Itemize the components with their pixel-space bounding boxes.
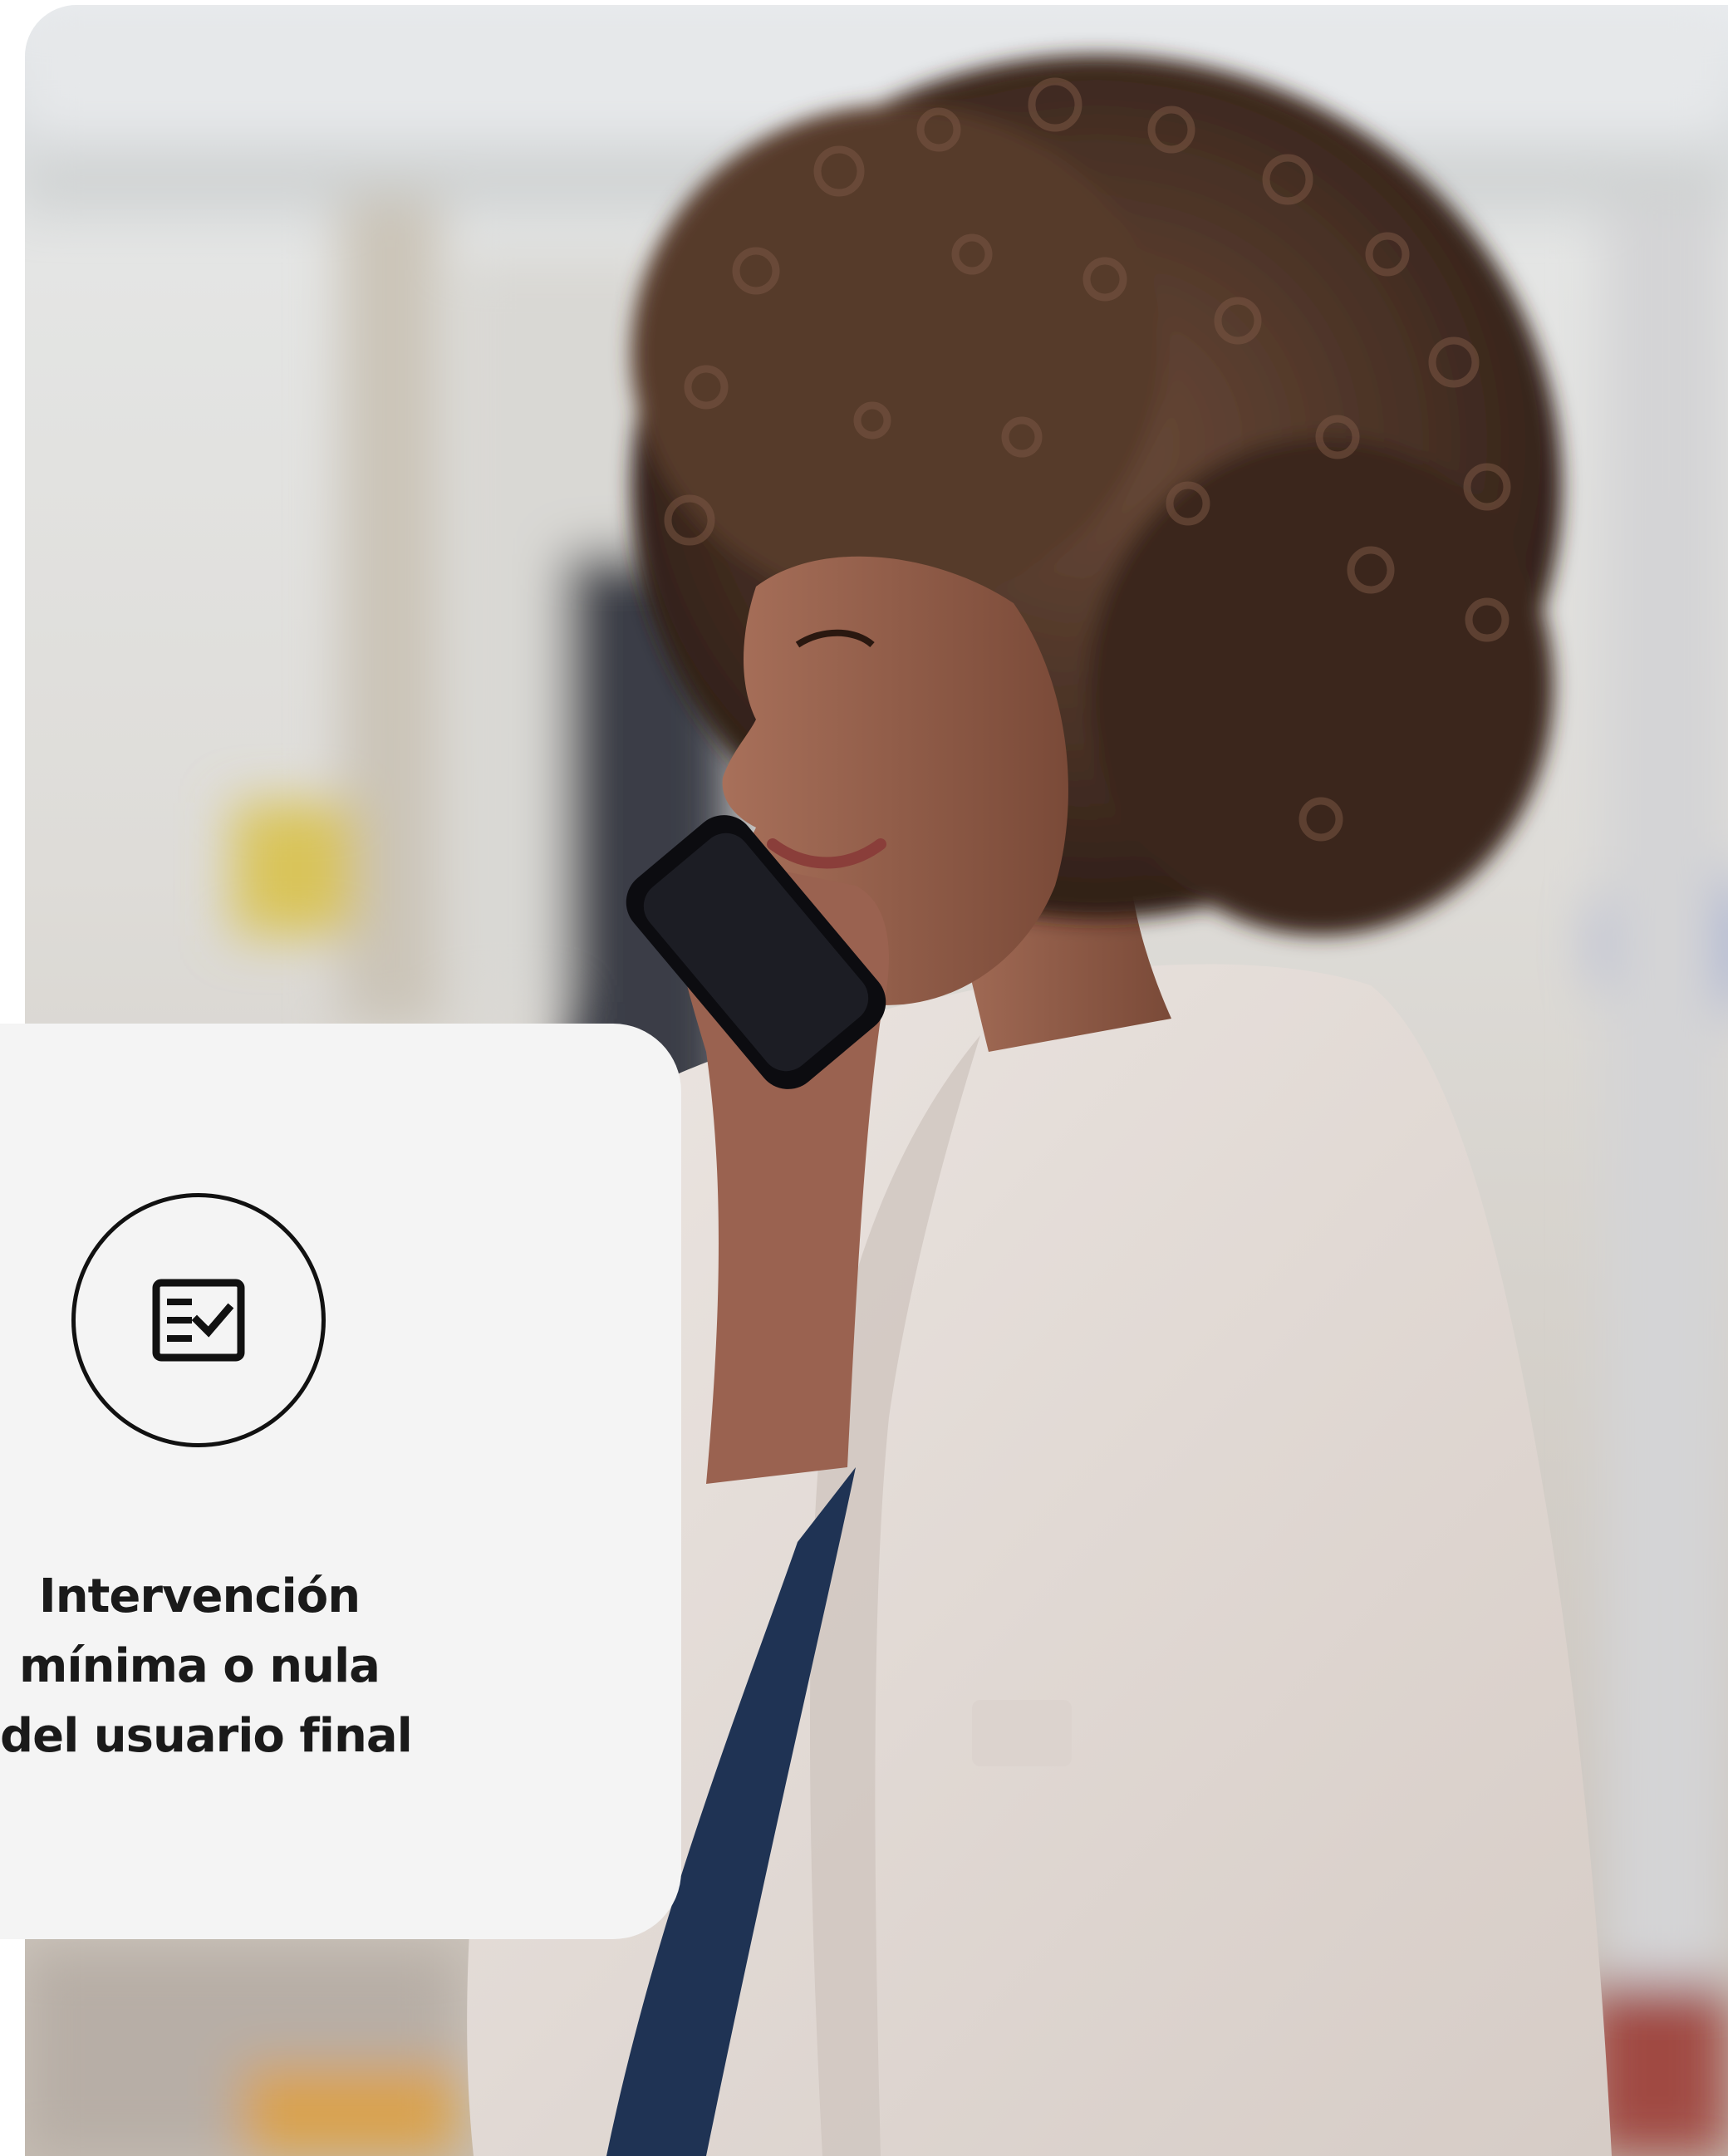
feature-panel: Intervención mínima o nula del usuario f… — [0, 0, 1728, 2156]
feature-title: Intervención mínima o nula del usuario f… — [0, 1562, 413, 1771]
feature-title-line-2: mínima o nula — [19, 1639, 380, 1693]
checklist-icon — [152, 1279, 245, 1362]
feature-card — [0, 1024, 681, 1939]
feature-icon-circle — [71, 1193, 326, 1447]
feature-title-line-3: del usuario final — [0, 1709, 413, 1763]
feature-title-line-1: Intervención — [38, 1569, 361, 1623]
